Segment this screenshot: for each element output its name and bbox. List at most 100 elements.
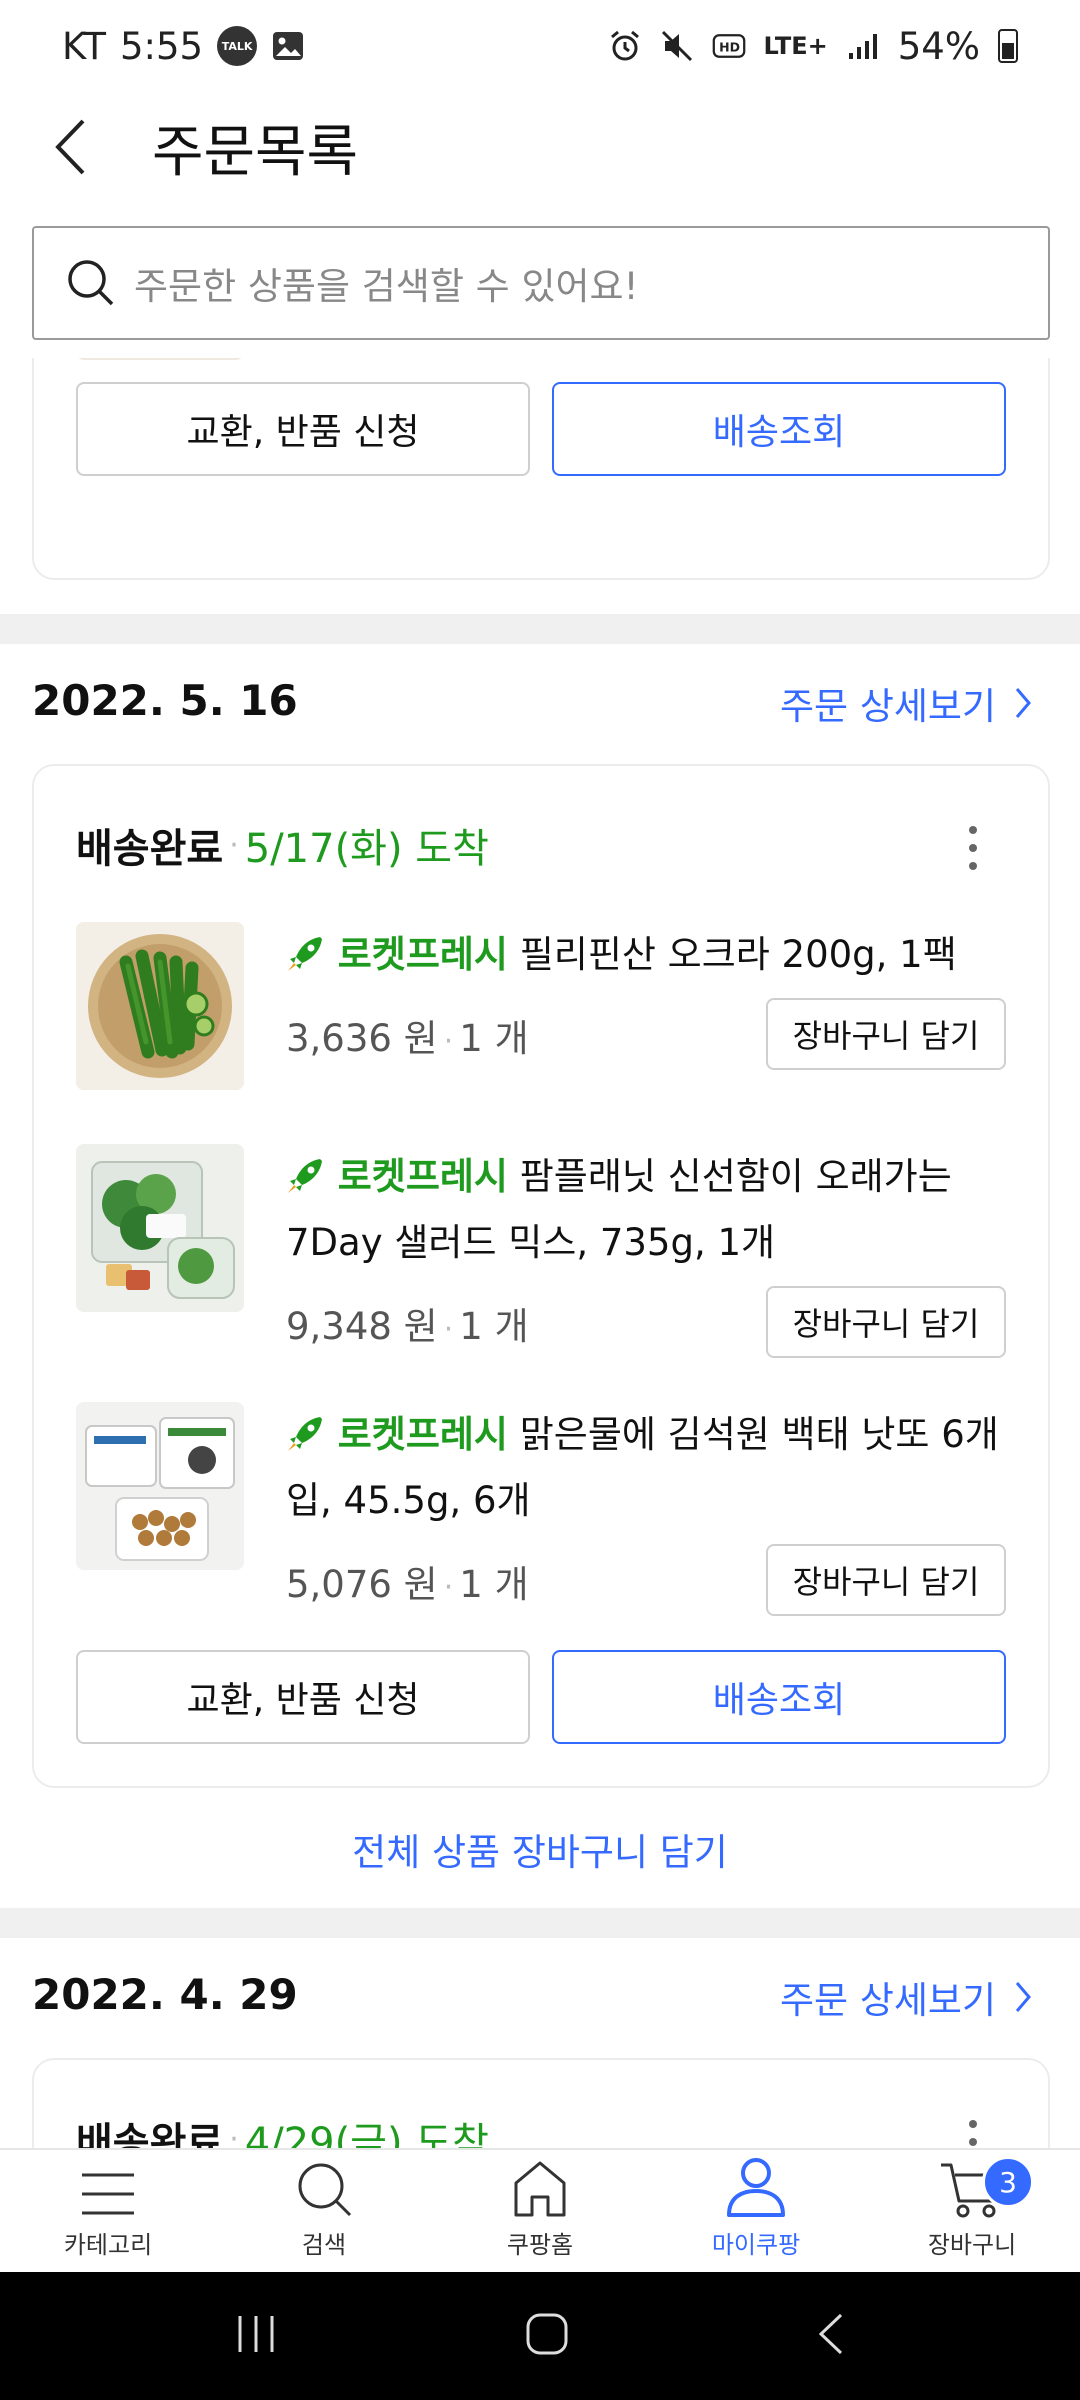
search-icon: [298, 2163, 352, 2217]
quantity: 1 개: [459, 1305, 529, 1348]
tab-cart[interactable]: 장바구니 3: [864, 2150, 1080, 2272]
gallery-notification-icon: [271, 29, 305, 63]
tab-home[interactable]: 쿠팡홈: [432, 2150, 648, 2272]
status-bar: KT 5:55 TALK HD LTE+ 54%: [0, 0, 1080, 92]
exchange-return-button[interactable]: 교환, 반품 신청: [76, 1650, 530, 1744]
tab-category[interactable]: 카테고리: [0, 2150, 216, 2272]
back-arrow-icon: [819, 2313, 843, 2355]
order-card: 배송완료 · 5/17(화) 도착 로켓프레시 필리핀산 오크라 200g, 1…: [32, 764, 1050, 1788]
system-navigation-bar: [0, 2272, 1080, 2400]
page-title: 주문목록: [152, 119, 359, 185]
back-button[interactable]: [40, 117, 100, 177]
price: 9,348 원: [286, 1305, 438, 1348]
rocket-fresh-badge: 로켓프레시: [337, 933, 508, 976]
price-qty: 3,636 원 · 1 개: [286, 1008, 529, 1062]
product-title: 필리핀산 오크라 200g, 1팩: [519, 933, 957, 976]
add-to-cart-button[interactable]: 장바구니 담기: [766, 1544, 1006, 1616]
more-options-icon[interactable]: [968, 826, 978, 870]
tab-search[interactable]: 검색: [216, 2150, 432, 2272]
hd-voice-icon: HD: [712, 29, 746, 63]
order-search-input[interactable]: 주문한 상품을 검색할 수 있어요!: [32, 226, 1050, 340]
tab-label: 장바구니: [927, 2231, 1017, 2259]
mute-icon: [660, 29, 694, 63]
order-item: 로켓프레시 팜플래닛 신선함이 오래가는 7Day 샐러드 믹스, 735g, …: [76, 1144, 1006, 1364]
product-thumbnail[interactable]: [76, 358, 244, 360]
track-delivery-button[interactable]: 배송조회: [552, 382, 1006, 476]
product-name[interactable]: 로켓프레시 맑은물에 김석원 백태 낫또 6개입, 45.5g, 6개: [286, 1402, 1006, 1534]
chevron-left-icon: [55, 119, 85, 175]
chevron-right-icon: [1015, 1982, 1031, 2012]
battery-icon: [998, 29, 1018, 63]
menu-icon: [82, 2173, 134, 2215]
tab-label: 쿠팡홈: [506, 2231, 574, 2259]
alarm-icon: [608, 29, 642, 63]
order-list[interactable]: 교환, 반품 신청 배송조회 2022. 5. 16 주문 상세보기 배송완료 …: [0, 358, 1080, 2148]
order-detail-link[interactable]: 주문 상세보기: [780, 676, 1032, 730]
order-item: 로켓프레시 필리핀산 오크라 200g, 1팩 3,636 원 · 1 개 장바구니…: [76, 922, 1006, 1092]
system-back-button[interactable]: [816, 2312, 846, 2360]
carrier: KT: [62, 24, 106, 68]
signal-icon: [846, 29, 880, 63]
order-item: 로켓프레시 맑은물에 김석원 백태 낫또 6개입, 45.5g, 6개 5,07…: [76, 1402, 1006, 1622]
product-name[interactable]: 로켓프레시 필리핀산 오크라 200g, 1팩: [286, 922, 1006, 988]
cart-count-badge: 3: [982, 2156, 1034, 2208]
order-detail-label: 주문 상세보기: [779, 685, 996, 728]
svg-text:HD: HD: [719, 39, 740, 54]
quantity: 1 개: [459, 1017, 529, 1060]
order-card: 배송완료 · 4/29(금) 도착: [32, 2058, 1050, 2148]
rocket-icon: [286, 1155, 338, 1198]
tab-label: 마이쿠팡: [711, 2231, 801, 2259]
arrival-date: 4/29(금) 도착: [244, 2120, 489, 2148]
battery-percent: 54%: [897, 24, 980, 68]
kakaotalk-notification-icon: TALK: [217, 26, 258, 66]
separator-dot: ·: [229, 827, 239, 863]
product-thumbnail[interactable]: [76, 1144, 244, 1312]
user-icon: [727, 2158, 785, 2217]
chevron-right-icon: [1015, 688, 1031, 718]
order-detail-label: 주문 상세보기: [779, 1979, 996, 2022]
price: 3,636 원: [286, 1017, 438, 1060]
product-thumbnail[interactable]: [76, 922, 244, 1090]
order-detail-link[interactable]: 주문 상세보기: [780, 1970, 1032, 2024]
separator-dot: ·: [443, 1312, 454, 1347]
app-header: 주문목록: [0, 92, 1080, 202]
tab-my-coupang[interactable]: 마이쿠팡: [648, 2150, 864, 2272]
add-to-cart-button[interactable]: 장바구니 담기: [766, 1286, 1006, 1358]
exchange-return-button[interactable]: 교환, 반품 신청: [76, 382, 530, 476]
home-button[interactable]: [525, 2312, 569, 2360]
recent-apps-icon: [238, 2316, 274, 2352]
home-outline-icon: [526, 2313, 568, 2355]
track-delivery-button[interactable]: 배송조회: [552, 1650, 1006, 1744]
rocket-fresh-badge: 로켓프레시: [337, 1155, 508, 1198]
add-all-to-cart-link[interactable]: 전체 상품 장바구니 담기: [0, 1822, 1080, 1876]
home-icon: [514, 2161, 566, 2217]
add-to-cart-button[interactable]: 장바구니 담기: [766, 998, 1006, 1070]
rocket-icon: [286, 933, 338, 976]
price-qty: 5,076 원 · 1 개: [286, 1554, 529, 1608]
quantity: 1 개: [459, 1563, 529, 1606]
price: 5,076 원: [286, 1563, 438, 1606]
rocket-fresh-badge: 로켓프레시: [337, 1413, 508, 1456]
delivery-status: 배송완료 · 4/29(금) 도착: [76, 2110, 489, 2148]
tab-label: 검색: [301, 2231, 347, 2259]
separator-dot: ·: [229, 2121, 239, 2149]
recent-apps-button[interactable]: [234, 2314, 278, 2358]
arrival-date: 5/17(화) 도착: [244, 826, 489, 872]
status-label: 배송완료: [76, 2120, 224, 2148]
order-date: 2022. 4. 29: [32, 1970, 298, 2019]
product-thumbnail[interactable]: [76, 1402, 244, 1570]
search-icon: [68, 260, 114, 306]
rocket-icon: [286, 1413, 338, 1456]
delivery-status: 배송완료 · 5/17(화) 도착: [76, 816, 489, 874]
more-options-icon[interactable]: [968, 2120, 978, 2148]
previous-order-card: 교환, 반품 신청 배송조회: [32, 358, 1050, 580]
separator-dot: ·: [443, 1024, 454, 1059]
status-label: 배송완료: [76, 826, 224, 872]
bottom-tab-bar: 카테고리 검색 쿠팡홈 마이쿠팡 장바구니 3: [0, 2148, 1080, 2272]
tab-label: 카테고리: [63, 2231, 153, 2259]
order-date: 2022. 5. 16: [32, 676, 298, 725]
search-placeholder: 주문한 상품을 검색할 수 있어요!: [134, 265, 639, 308]
product-name[interactable]: 로켓프레시 팜플래닛 신선함이 오래가는 7Day 샐러드 믹스, 735g, …: [286, 1144, 1006, 1276]
section-divider: [0, 614, 1080, 644]
price-qty: 9,348 원 · 1 개: [286, 1296, 529, 1350]
